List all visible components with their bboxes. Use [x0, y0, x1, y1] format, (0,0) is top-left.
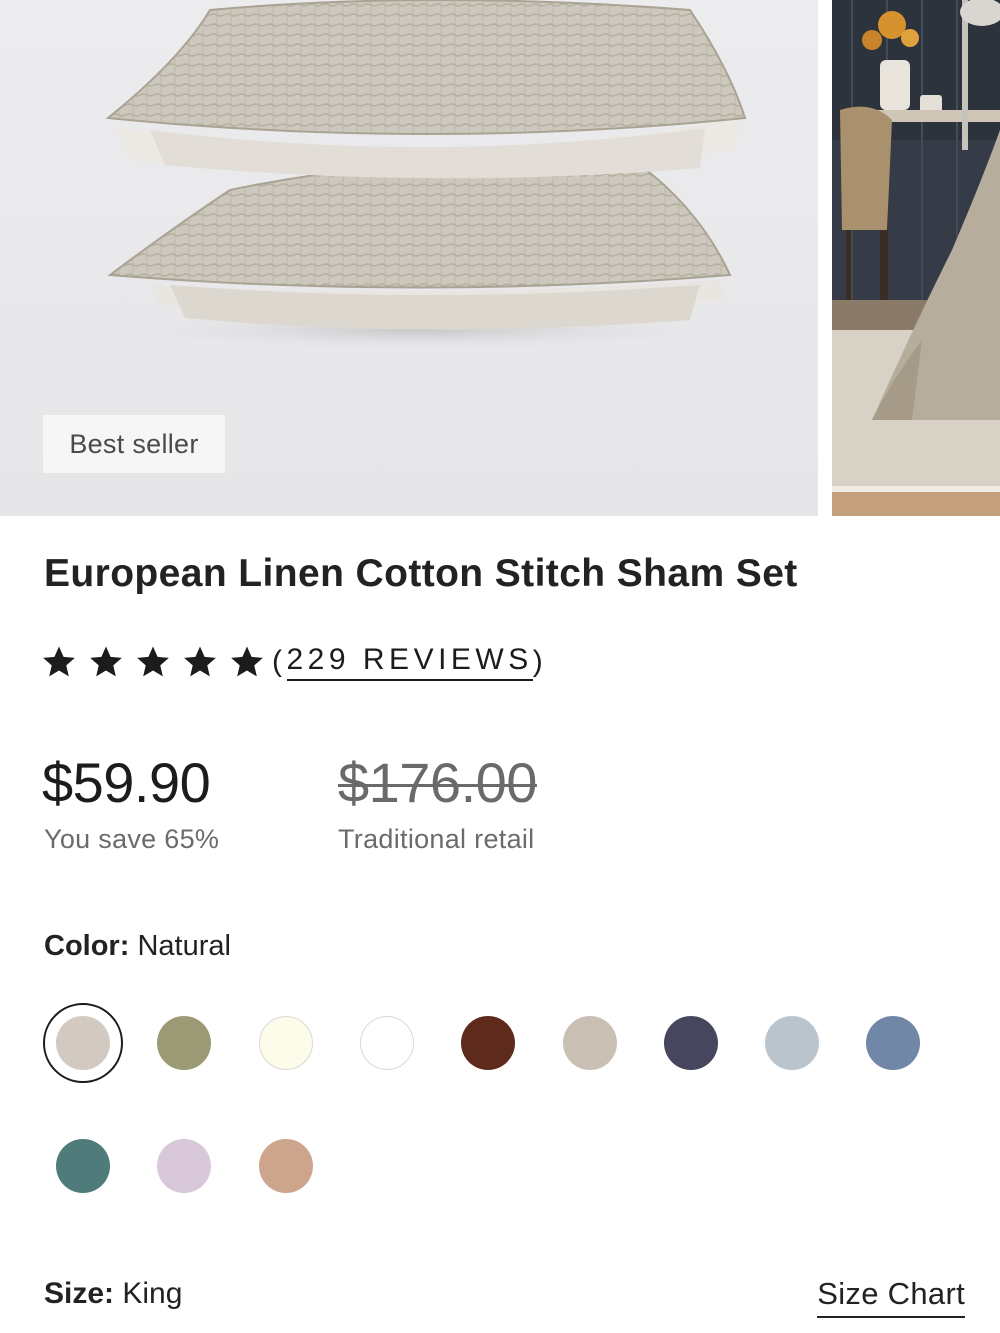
reviews-summary: ( 229 REVIEWS ) [272, 643, 547, 681]
size-selection-label: Size: King [44, 1277, 182, 1311]
size-chart-link[interactable]: Size Chart [817, 1276, 965, 1318]
color-swatch[interactable] [258, 1016, 313, 1070]
color-value: Natural [137, 930, 231, 962]
retail-price: $176.00 [338, 751, 537, 814]
sale-price: $59.90 [42, 751, 211, 814]
color-label: Color: [44, 930, 130, 962]
bedroom-illustration [832, 0, 1000, 516]
product-gallery[interactable]: Best seller [0, 0, 1000, 516]
color-swatch[interactable] [157, 1139, 212, 1193]
star-icon [184, 646, 216, 677]
savings-text: You save 65% [44, 824, 220, 854]
color-swatch[interactable] [56, 1016, 110, 1070]
star-icon [43, 646, 75, 677]
reviews-link[interactable]: 229 REVIEWS [286, 643, 533, 681]
reviews-close-paren: ) [532, 645, 548, 678]
color-swatch[interactable] [461, 1016, 516, 1070]
retail-label: Traditional retail [338, 824, 535, 854]
color-swatch[interactable] [157, 1016, 212, 1070]
color-swatch[interactable] [562, 1016, 617, 1070]
star-icon [137, 646, 169, 677]
product-rating: ( 229 REVIEWS ) [40, 640, 547, 684]
product-image-next[interactable] [832, 0, 1000, 516]
reviews-open-paren: ( [272, 645, 287, 678]
color-swatch[interactable] [56, 1139, 110, 1193]
color-selection-label: Color: Natural [44, 930, 231, 963]
color-swatch[interactable] [359, 1016, 414, 1070]
product-title: European Linen Cotton Stitch Sham Set [44, 552, 798, 595]
color-swatch[interactable] [866, 1016, 921, 1070]
star-icon [90, 646, 122, 677]
best-seller-badge: Best seller [43, 415, 225, 473]
rating-stars [40, 643, 266, 681]
size-label: Size: [44, 1277, 115, 1310]
color-swatch[interactable] [765, 1016, 820, 1070]
size-value: King [122, 1277, 183, 1310]
product-image-main[interactable]: Best seller [0, 0, 818, 516]
color-swatch[interactable] [258, 1139, 313, 1193]
color-swatch[interactable] [663, 1016, 718, 1070]
star-icon [231, 646, 263, 677]
